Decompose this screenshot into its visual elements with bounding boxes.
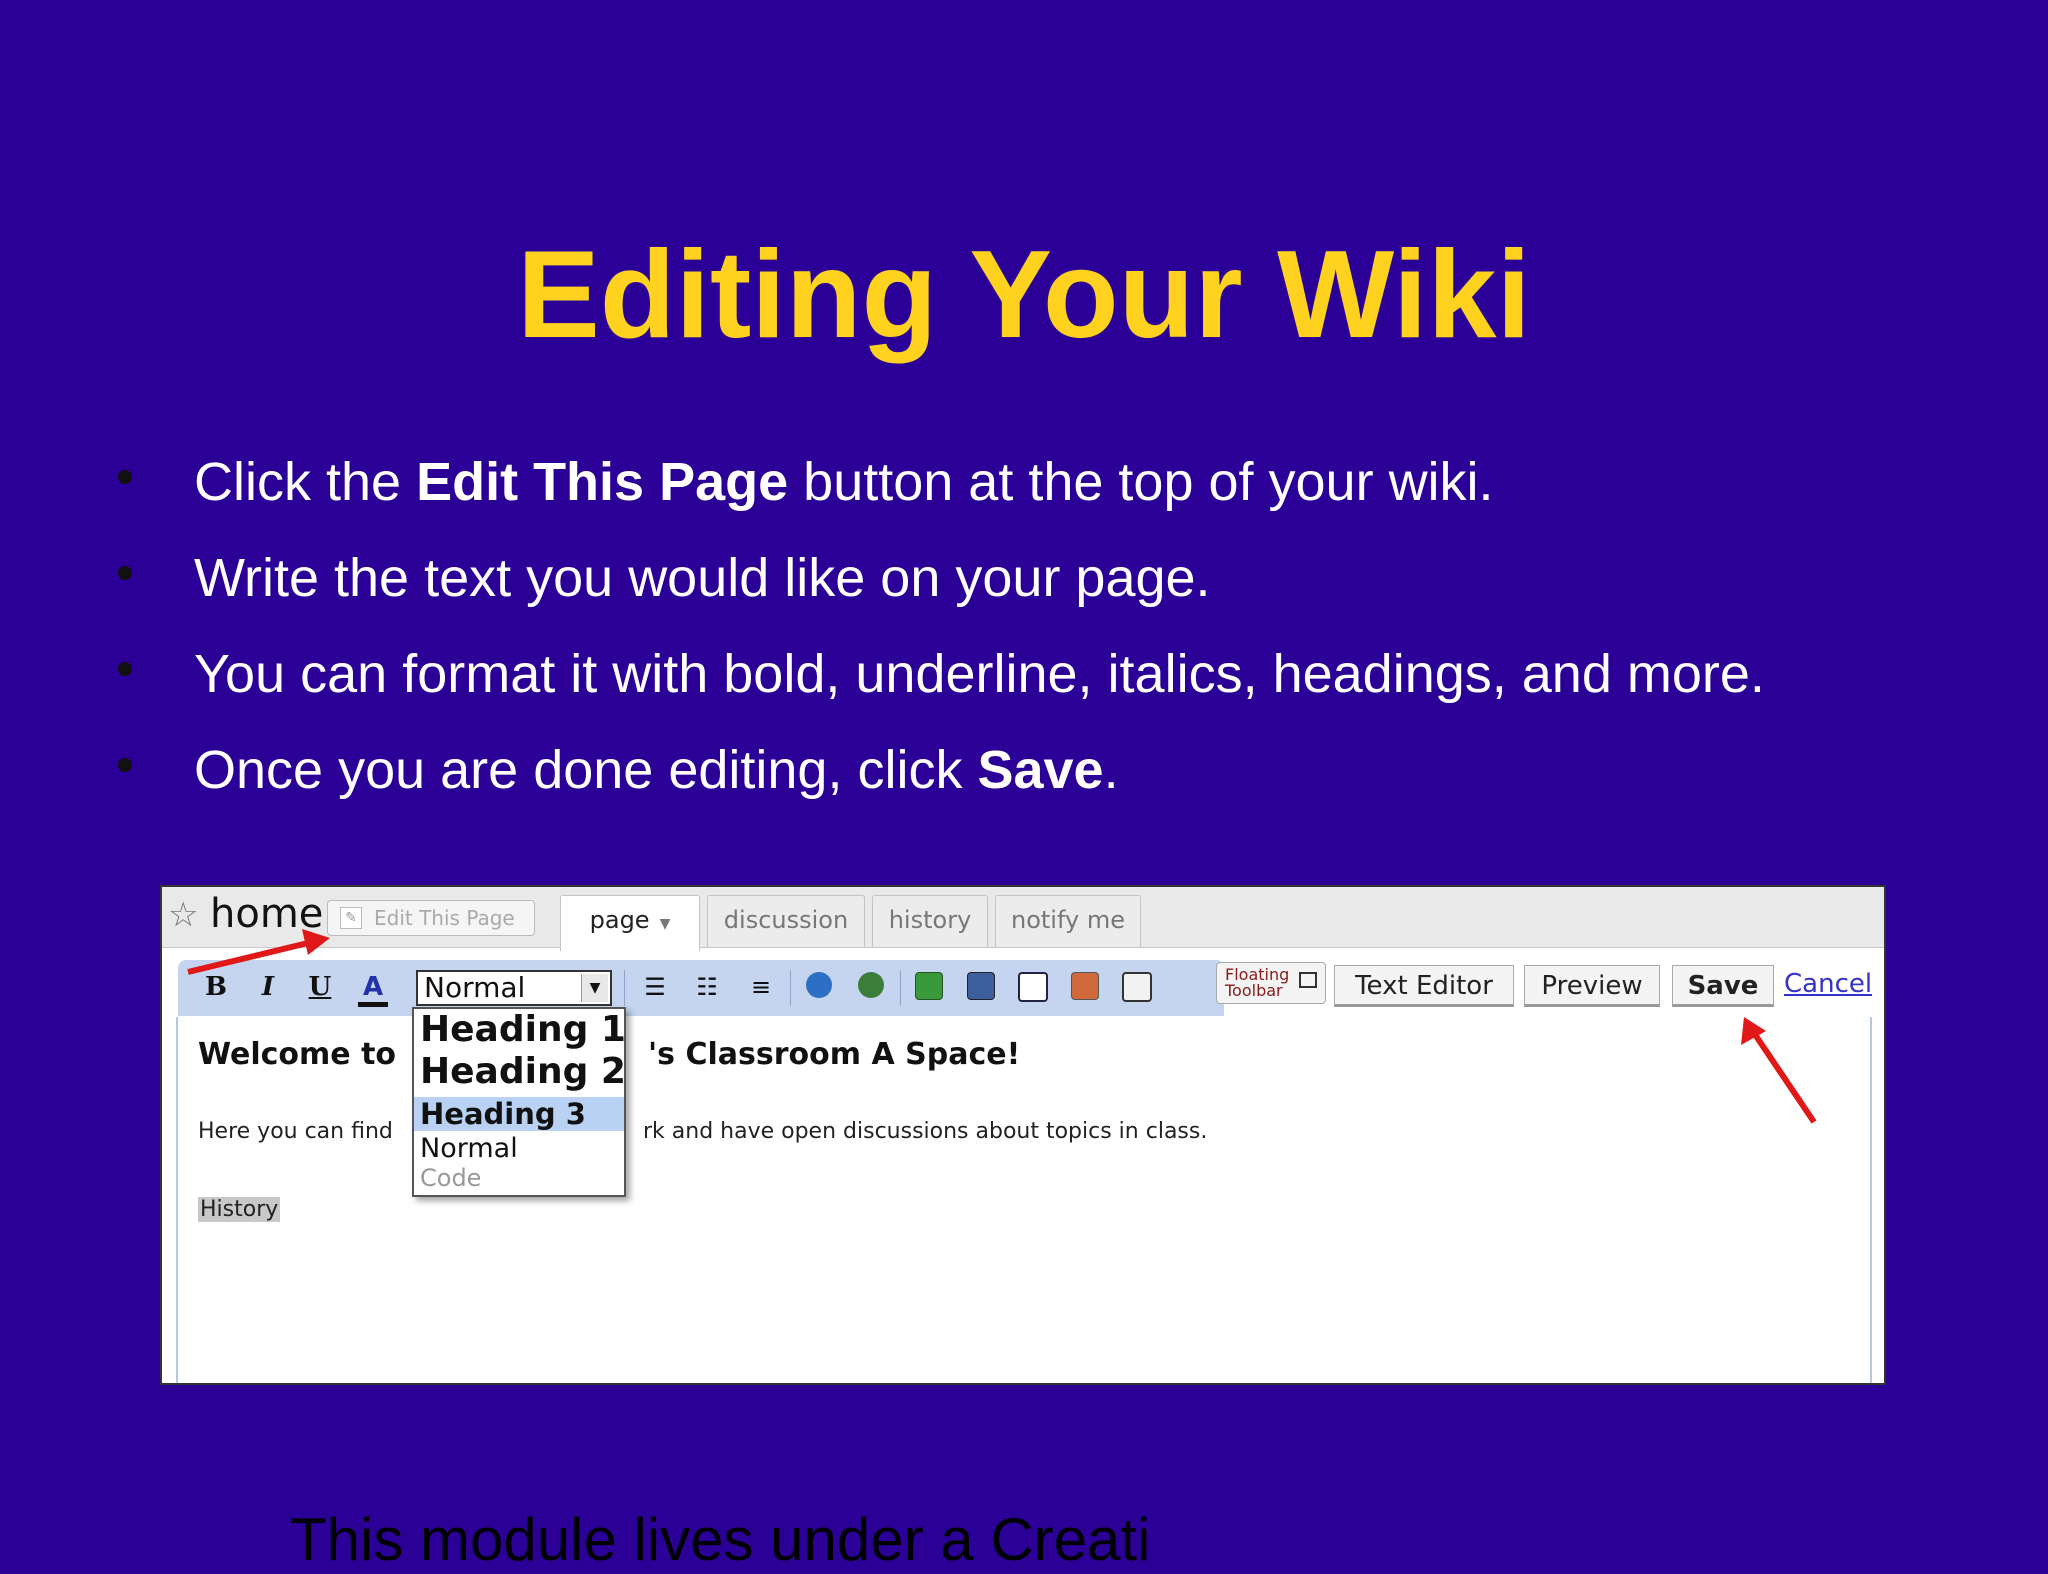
- annotation-arrows: [187, 929, 1817, 1124]
- arrow-icon: [187, 929, 330, 975]
- bullet-text: button at the top of your wiki.: [788, 452, 1494, 512]
- bullet-item: You can format it with bold, underline, …: [110, 642, 2010, 738]
- footer-text: This module lives under a Creati: [290, 1506, 1151, 1573]
- bullet-dot: [118, 758, 132, 772]
- bullet-bold-text: Edit This Page: [416, 452, 789, 512]
- bullet-list: Click the Edit This Page button at the t…: [110, 450, 2010, 834]
- wiki-screenshot: ☆ home ✎ Edit This Page page ▼ discussion…: [160, 885, 1886, 1385]
- bullet-dot: [118, 566, 132, 580]
- bullet-text: .: [1103, 740, 1119, 800]
- bullet-dot: [118, 470, 132, 484]
- bullet-text: You can format it with bold, underline, …: [194, 644, 1765, 704]
- slide-title: Editing Your Wiki: [517, 226, 1531, 364]
- bullet-text: Click the: [194, 452, 417, 512]
- arrow-icon: [1741, 1017, 1817, 1124]
- bullet-item: Click the Edit This Page button at the t…: [110, 450, 2010, 546]
- bullet-bold-text: Save: [977, 740, 1104, 800]
- bullet-dot: [118, 662, 132, 676]
- bullet-item: Write the text you would like on your pa…: [110, 546, 2010, 642]
- bullet-item: Once you are done editing, click Save.: [110, 738, 2010, 834]
- bullet-text: Write the text you would like on your pa…: [194, 548, 1211, 608]
- bullet-text: Once you are done editing, click: [194, 740, 978, 800]
